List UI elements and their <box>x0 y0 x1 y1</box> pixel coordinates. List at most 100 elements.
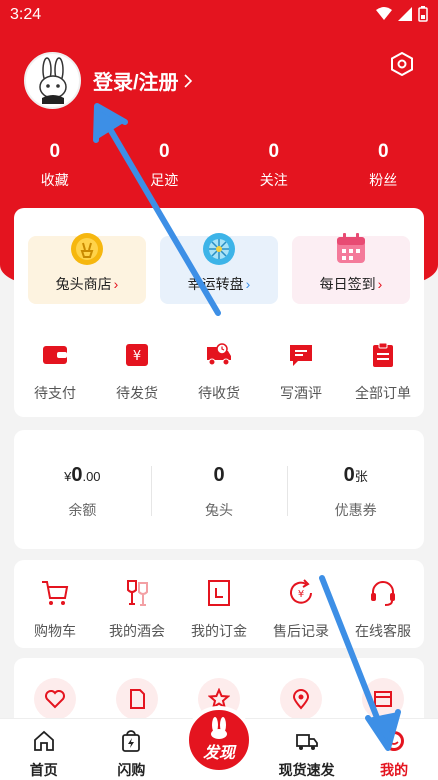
tab-flash-sale[interactable]: 闪购 <box>88 719 176 780</box>
stat-label: 粉丝 <box>369 172 398 188</box>
truck-icon <box>207 343 231 366</box>
wallet-icon <box>43 346 67 364</box>
calendar-icon <box>337 233 365 263</box>
card-icon <box>374 691 392 707</box>
feature-lucky-wheel[interactable]: 幸运转盘 › <box>160 233 278 304</box>
wallet-label: 余额 <box>68 502 97 518</box>
wallet-coupons[interactable]: 0张 优惠券 <box>287 464 424 520</box>
order-pending-shipment[interactable]: ¥ 待发货 <box>96 342 178 403</box>
tool-cart[interactable]: 购物车 <box>14 578 96 641</box>
profile-header[interactable]: 登录/注册 <box>24 52 193 109</box>
profile-icon <box>384 731 405 751</box>
deposit-icon <box>208 580 230 606</box>
tab-label: 我的 <box>380 762 409 778</box>
login-label: 登录/注册 <box>93 72 179 94</box>
wallet-value: 0 <box>213 464 225 486</box>
feature-label: 兔头商店 › <box>55 276 119 292</box>
tool-label: 购物车 <box>34 623 76 639</box>
home-icon <box>33 730 54 751</box>
order-label: 待收货 <box>198 385 240 401</box>
order-pending-receipt[interactable]: 待收货 <box>178 342 260 403</box>
signal-icon <box>398 7 412 21</box>
stat-label: 关注 <box>259 172 288 188</box>
features-orders-card: 兔头商店 › 幸运转盘 › 每日签到 › 待支付 ¥ 待发货 待收货 写酒评 全… <box>14 208 424 417</box>
status-time: 3:24 <box>10 6 42 23</box>
chevron-right-icon <box>183 73 192 88</box>
avatar[interactable] <box>24 52 81 109</box>
tab-label: 发现 <box>202 745 235 762</box>
tools-card: 购物车 我的酒会 我的订金 ¥ 售后记录 在线客服 <box>14 560 424 648</box>
tool-label: 售后记录 <box>273 623 329 639</box>
wallet-label: 兔头 <box>205 502 233 518</box>
document-icon <box>130 689 145 709</box>
more-item-card[interactable] <box>342 678 424 720</box>
tools-row: 购物车 我的酒会 我的订金 ¥ 售后记录 在线客服 <box>14 578 424 641</box>
wifi-icon <box>376 7 392 20</box>
comment-icon <box>290 345 312 366</box>
order-write-review[interactable]: 写酒评 <box>260 342 342 403</box>
tab-home[interactable]: 首页 <box>0 719 88 780</box>
more-item-location[interactable] <box>260 678 342 720</box>
svg-text:¥: ¥ <box>298 589 304 600</box>
rabbit-avatar-icon <box>38 56 67 104</box>
settings-icon[interactable] <box>390 52 414 76</box>
stats-row: 0 收藏 0 足迹 0 关注 0 粉丝 <box>0 140 438 190</box>
stat-following[interactable]: 0 关注 <box>219 140 329 190</box>
battery-icon <box>418 6 428 22</box>
wallet-rabbit-heads[interactable]: 0 兔头 <box>150 464 288 520</box>
flash-bag-icon <box>122 730 141 752</box>
rabbit-logo-icon <box>211 717 227 739</box>
stat-label: 收藏 <box>40 172 69 188</box>
order-label: 待发货 <box>116 385 158 401</box>
headset-icon <box>371 581 395 606</box>
tab-label: 首页 <box>29 762 58 778</box>
tool-my-deposit[interactable]: 我的订金 <box>178 578 260 641</box>
wine-glasses-icon <box>127 580 148 606</box>
tool-label: 我的订金 <box>191 623 247 639</box>
stat-value: 0 <box>377 141 389 162</box>
tab-discover[interactable]: 发现 <box>185 706 253 774</box>
feature-label: 幸运转盘 › <box>187 276 251 292</box>
wallet-balance[interactable]: ¥0.00 余额 <box>14 464 151 520</box>
order-label: 待支付 <box>34 385 76 401</box>
wallet-card: ¥0.00 余额 0 兔头 0张 优惠券 <box>14 430 424 549</box>
tool-label: 在线客服 <box>355 623 411 639</box>
tab-label: 闪购 <box>117 762 146 778</box>
order-row: 待支付 ¥ 待发货 待收货 写酒评 全部订单 <box>14 342 424 403</box>
stat-value: 0 <box>268 141 280 162</box>
more-item-favorites[interactable] <box>14 678 96 720</box>
stat-followers[interactable]: 0 粉丝 <box>329 140 438 190</box>
feature-rabbit-shop[interactable]: 兔头商店 › <box>28 233 146 304</box>
wallet-label: 优惠券 <box>334 502 377 518</box>
order-pending-payment[interactable]: 待支付 <box>14 342 96 403</box>
svg-text:¥: ¥ <box>133 349 141 364</box>
order-all[interactable]: 全部订单 <box>342 342 424 403</box>
tool-label: 我的酒会 <box>109 623 165 639</box>
feature-row: 兔头商店 › 幸运转盘 › 每日签到 › <box>28 233 410 304</box>
tab-mine[interactable]: 我的 <box>350 719 438 780</box>
stat-favorites[interactable]: 0 收藏 <box>0 140 110 190</box>
tool-customer-service[interactable]: 在线客服 <box>342 578 424 641</box>
feature-label: 每日签到 › <box>319 276 383 292</box>
tab-instant-delivery[interactable]: 现货速发 <box>263 719 351 780</box>
tab-label: 现货速发 <box>278 762 335 778</box>
status-icons <box>376 6 428 22</box>
tool-wine-party[interactable]: 我的酒会 <box>96 578 178 641</box>
stat-label: 足迹 <box>150 172 179 188</box>
refund-icon: ¥ <box>290 579 312 604</box>
feature-daily-checkin[interactable]: 每日签到 › <box>292 233 410 304</box>
coin-icon <box>71 233 103 265</box>
stat-value: 0 <box>49 141 61 162</box>
stat-value: 0 <box>158 141 170 162</box>
clipboard-icon <box>373 342 393 367</box>
heart-icon <box>45 690 65 709</box>
tool-after-sales[interactable]: ¥ 售后记录 <box>260 578 342 641</box>
wheel-icon <box>203 233 235 265</box>
login-register-link[interactable]: 登录/注册 <box>93 66 193 95</box>
more-item-invoice[interactable] <box>96 678 178 720</box>
wallet-row: ¥0.00 余额 0 兔头 0张 优惠券 <box>14 464 424 520</box>
stat-footprints[interactable]: 0 足迹 <box>110 140 220 190</box>
status-bar: 3:24 <box>0 0 438 32</box>
delivery-truck-icon <box>295 734 318 750</box>
wallet-value: 0张 <box>343 464 368 486</box>
